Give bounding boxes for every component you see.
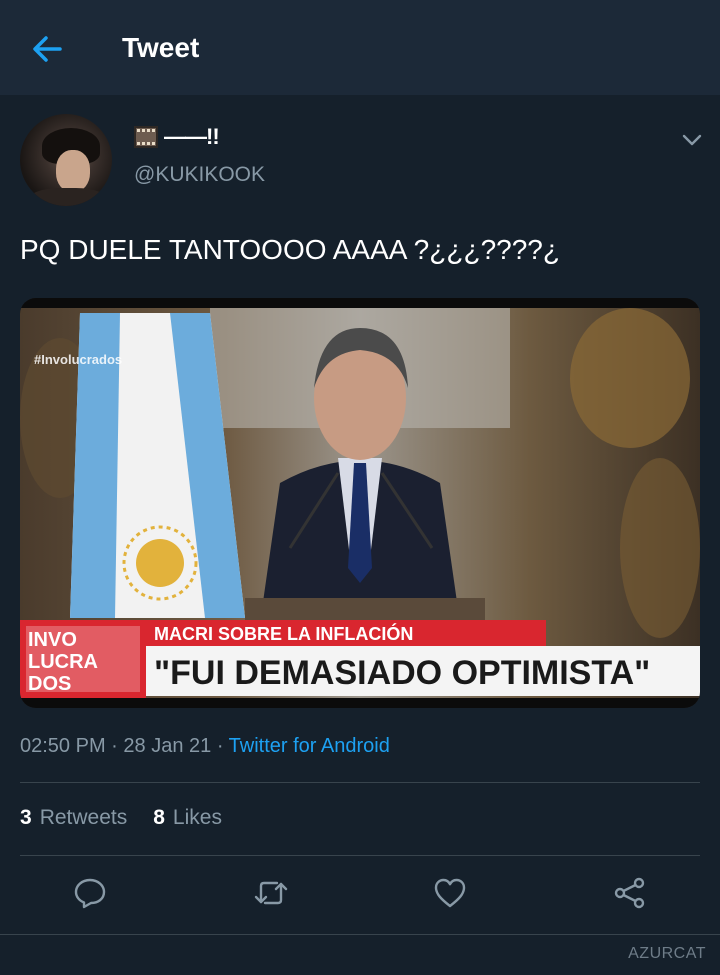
user-handle[interactable]: @KUKIKOOK (134, 163, 265, 187)
tweet-actions (0, 870, 720, 916)
ticker-top-text: MACRI SOBRE LA INFLACIÓN (154, 623, 413, 644)
retweets-stat[interactable]: 3 Retweets (20, 806, 127, 830)
likes-count: 8 (153, 806, 165, 829)
avatar-face (56, 150, 90, 192)
meta-separator: · (216, 735, 229, 757)
tweet-meta: 02:50 PM · 28 Jan 21 · Twitter for Andro… (20, 735, 390, 758)
watermark: AZURCAT (628, 945, 706, 962)
like-heart-icon[interactable] (433, 876, 467, 910)
chevron-down-icon[interactable] (680, 128, 704, 152)
tweet-text: PQ DUELE TANTOOOO AAAA ?¿¿¿????¿ (20, 234, 560, 265)
avatar[interactable] (20, 114, 112, 206)
avatar-shirt (28, 188, 108, 206)
logo-line-2: LUCRA (28, 651, 98, 673)
share-icon[interactable] (613, 876, 647, 910)
logo-line-3: DOS (28, 673, 71, 695)
display-name-row[interactable]: ——!! (134, 124, 220, 149)
tweet-source-link[interactable]: Twitter for Android (229, 735, 390, 757)
tweet-time: 02:50 PM (20, 735, 106, 757)
retweets-count: 3 (20, 806, 32, 829)
divider (20, 855, 700, 856)
page-title: Tweet (122, 32, 200, 63)
retweet-icon[interactable] (253, 876, 288, 910)
film-frames-icon (134, 126, 158, 148)
reply-icon[interactable] (73, 876, 107, 910)
top-bar: Tweet (0, 0, 720, 95)
hashtag-overlay: #Involucrados (34, 352, 122, 367)
likes-label: Likes (172, 806, 222, 829)
back-arrow-icon[interactable] (30, 32, 66, 66)
meta-separator: · (111, 735, 124, 757)
likes-stat[interactable]: 8 Likes (153, 806, 222, 830)
ticker-main-text: "FUI DEMASIADO OPTIMISTA" (154, 654, 650, 692)
display-name: ——!! (164, 124, 220, 149)
divider (0, 934, 720, 935)
tweet-date: 28 Jan 21 (123, 735, 212, 757)
tweet-stats: 3 Retweets 8 Likes (20, 806, 222, 830)
divider (20, 782, 700, 783)
retweets-label: Retweets (39, 806, 128, 829)
tweet-media-image[interactable]: #Involucrados INVO LUCRA DOS MACRI SOBRE… (20, 298, 700, 708)
logo-line-1: INVO (28, 629, 77, 651)
